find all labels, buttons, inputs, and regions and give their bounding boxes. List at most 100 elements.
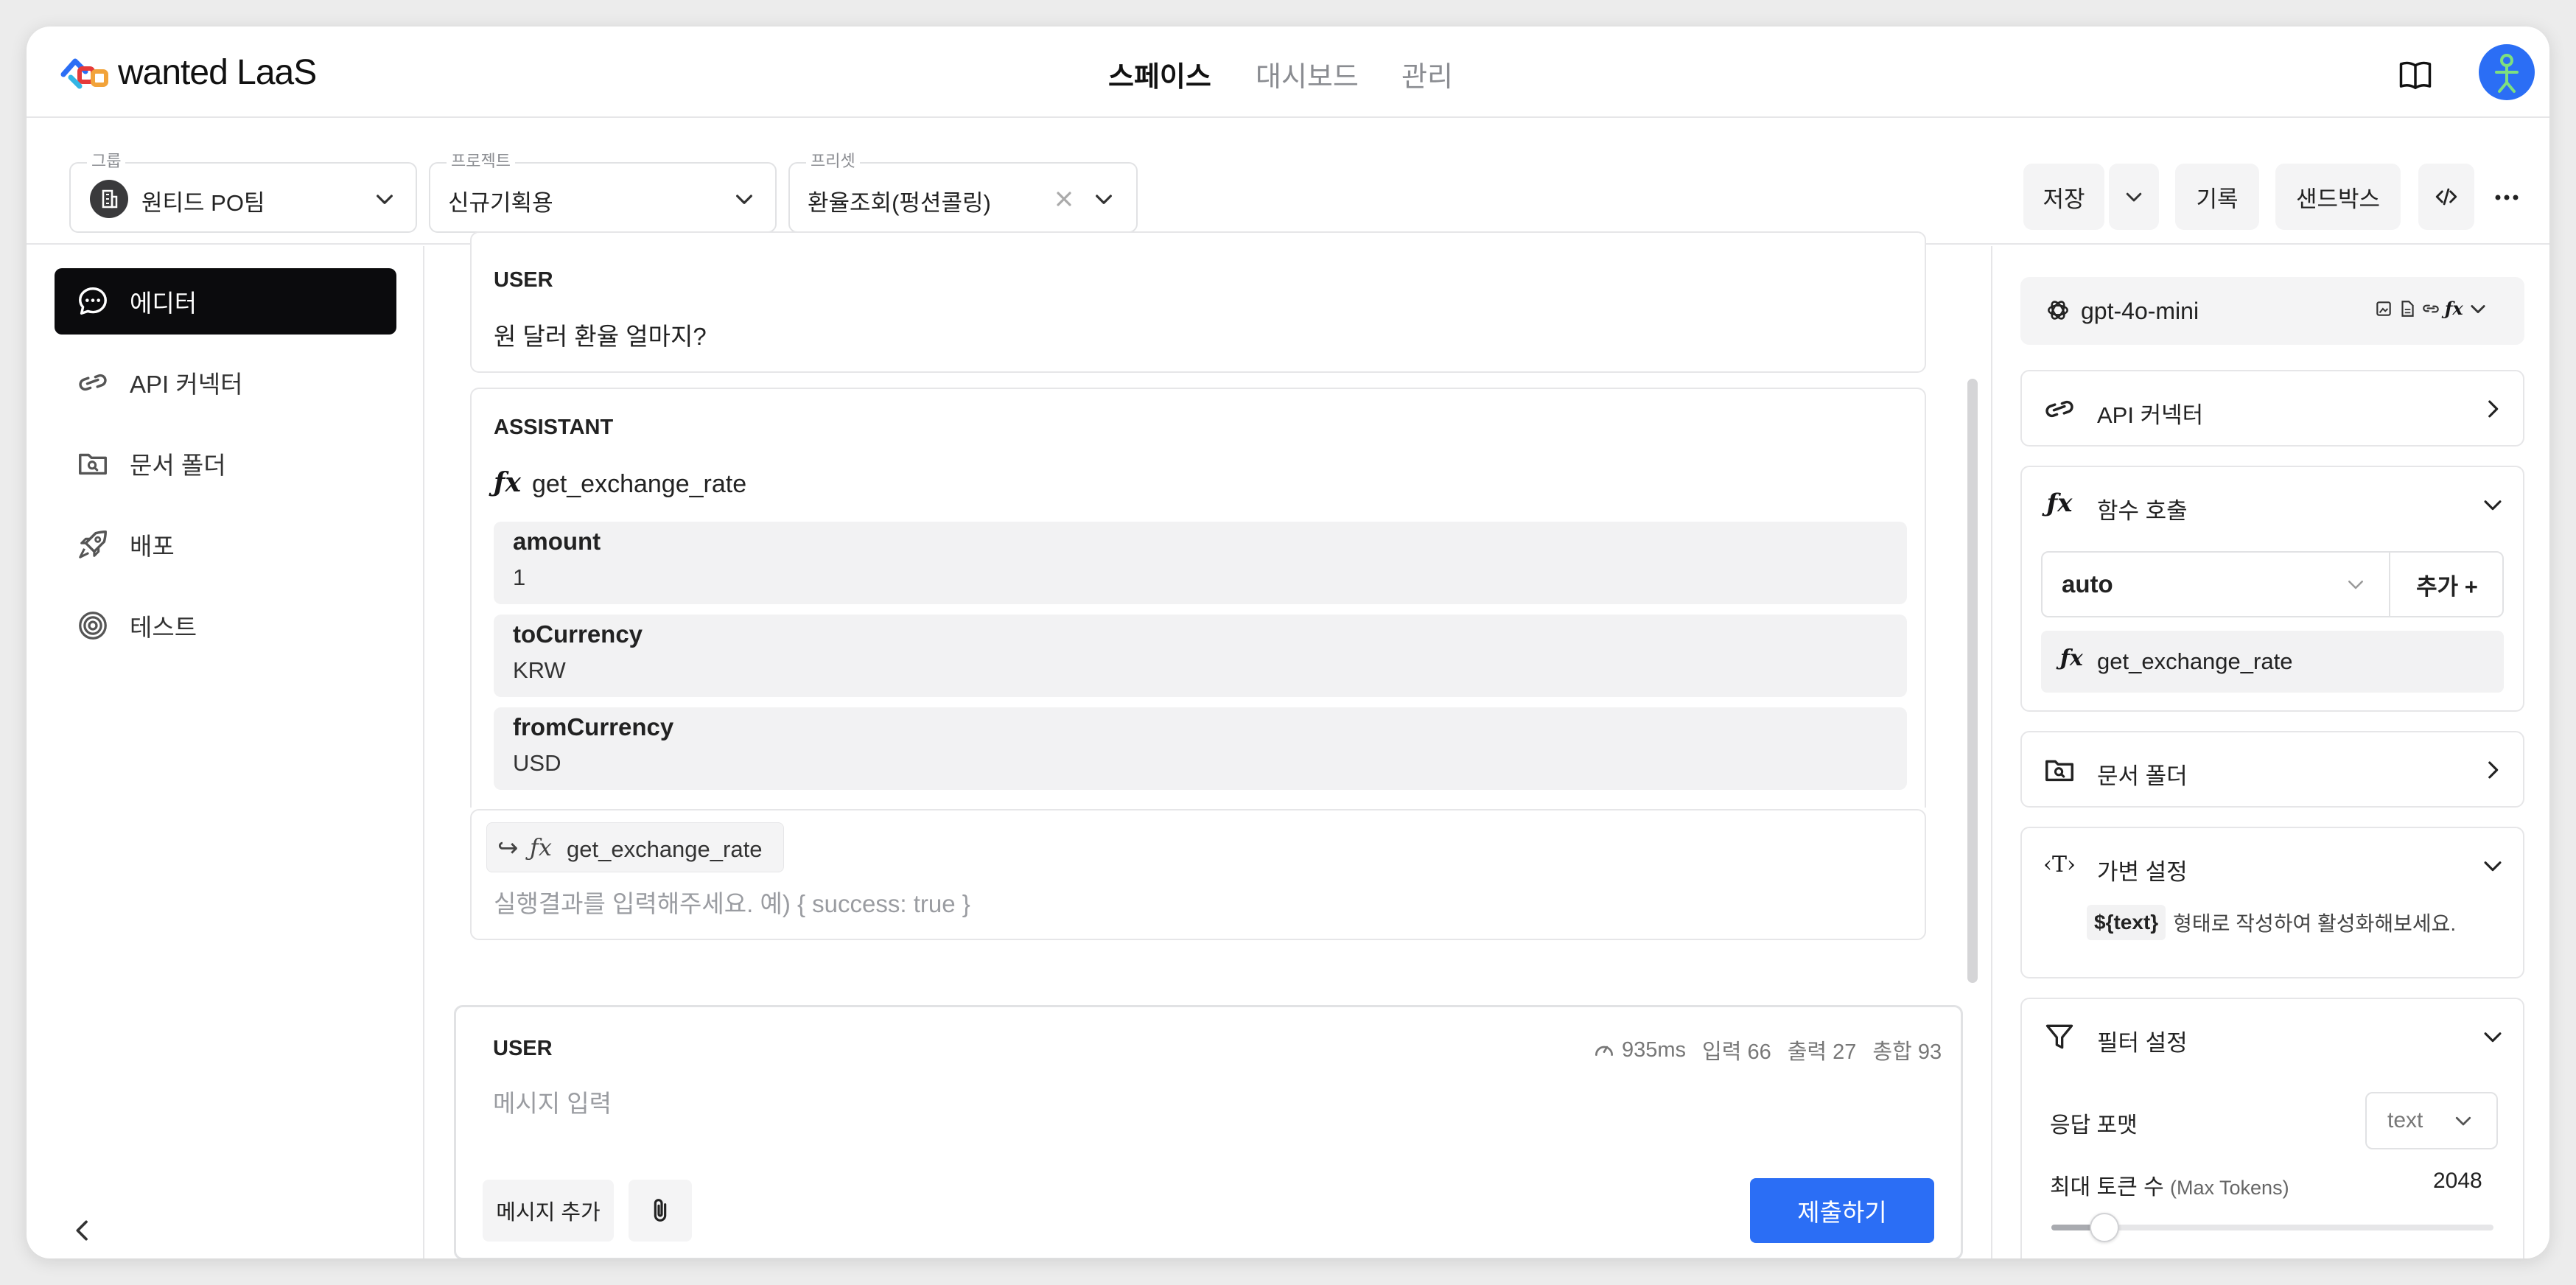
max-tokens-slider[interactable] <box>2051 1213 2493 1242</box>
model-name: gpt-4o-mini <box>2081 298 2199 324</box>
chevron-down-icon <box>2471 304 2485 313</box>
function-icon: ƒx <box>2046 489 2073 518</box>
link-icon <box>2043 392 2076 426</box>
history-button[interactable]: 기록 <box>2175 164 2259 230</box>
sidebar-item-label: 문서 폴더 <box>130 452 226 479</box>
document-icon <box>2401 300 2414 317</box>
add-function-button[interactable]: 추가 + <box>2390 553 2504 616</box>
chat-bubble-icon <box>75 284 111 319</box>
more-icon[interactable] <box>2489 180 2524 215</box>
target-icon <box>75 608 111 643</box>
preset-select-value: 환율조회(펑션콜링) <box>808 190 991 216</box>
tool-result-input[interactable]: 실행결과를 입력해주세요. 예) { success: true } <box>494 884 970 920</box>
sidebar-item-label: API 커넥터 <box>130 371 243 398</box>
top-header: wanted LaaS 스페이스 대시보드 관리 <box>27 27 2549 118</box>
function-mode-select[interactable]: auto <box>2043 553 2390 616</box>
tool-result-function: get_exchange_rate <box>567 836 763 862</box>
save-options-button[interactable] <box>2109 164 2159 230</box>
variables-hint-text: 형태로 작성하여 활성화해보세요. <box>2173 912 2457 935</box>
param-value: USD <box>513 750 561 776</box>
message-text[interactable]: 원 달러 환율 얼마지? <box>494 317 707 352</box>
function-item[interactable]: ƒx get_exchange_rate <box>2041 631 2504 693</box>
assistant-message-card[interactable]: ASSISTANT ƒx get_exchange_rate amount 1 … <box>470 388 1926 808</box>
nav-admin[interactable]: 관리 <box>1401 56 1453 93</box>
param-name: amount <box>513 528 601 555</box>
tool-result-card[interactable]: ↪ ƒx get_exchange_rate 실행결과를 입력해주세요. 예) … <box>470 809 1926 940</box>
nav-dashboard[interactable]: 대시보드 <box>1256 56 1359 93</box>
project-select-label: 프로젝트 <box>447 152 515 171</box>
chevron-down-icon <box>2348 581 2363 589</box>
sidebar-item-deploy[interactable]: 배포 <box>55 511 396 578</box>
chevron-down-icon <box>2126 192 2142 202</box>
chevron-right-icon <box>2488 400 2499 418</box>
function-call-controls: auto 추가 + <box>2041 551 2504 617</box>
group-select[interactable]: 그룹 원티드 PO팀 <box>69 152 417 233</box>
sidebar-item-api-connector[interactable]: API 커넥터 <box>55 349 396 416</box>
section-title: 함수 호출 <box>2097 498 2188 524</box>
preset-select[interactable]: 프리셋 환율조회(펑션콜링) <box>788 152 1138 233</box>
scrollbar[interactable] <box>1967 379 1978 983</box>
sidebar-item-doc-folder[interactable]: 문서 폴더 <box>55 430 396 497</box>
variables-section: ‹T› 가변 설정 ${text} 형태로 작성하여 활성화해보세요. <box>2020 827 2524 978</box>
clear-icon[interactable] <box>1052 187 1076 211</box>
variables-hint: ${text} 형태로 작성하여 활성화해보세요. <box>2087 902 2456 943</box>
chevron-down-icon[interactable] <box>2480 1024 2505 1049</box>
sidebar-item-label: 에디터 <box>130 290 197 317</box>
project-select-value: 신규기획용 <box>448 190 553 216</box>
sandbox-button[interactable]: 샌드박스 <box>2275 164 2401 230</box>
sidebar-item-test[interactable]: 테스트 <box>55 592 396 659</box>
link-icon <box>75 365 111 400</box>
param-row[interactable]: amount 1 <box>494 522 1907 604</box>
format-label: 응답 포맷 <box>2050 1113 2138 1138</box>
composer[interactable]: USER 935ms 입력 66 출력 27 총합 93 메시지 입력 메시지 … <box>454 1005 1963 1258</box>
format-select[interactable]: text <box>2365 1092 2498 1149</box>
api-connector-section[interactable]: API 커넥터 <box>2020 370 2524 447</box>
param-name: fromCurrency <box>513 713 674 740</box>
section-title: 가변 설정 <box>2097 859 2188 885</box>
save-button[interactable]: 저장 <box>2023 164 2104 230</box>
project-select[interactable]: 프로젝트 신규기획용 <box>429 152 777 233</box>
format-value: text <box>2387 1108 2423 1132</box>
book-icon[interactable] <box>2396 56 2435 94</box>
function-item-name: get_exchange_rate <box>2097 648 2293 674</box>
message-input[interactable]: 메시지 입력 <box>493 1084 612 1119</box>
chevron-down-icon <box>736 195 752 204</box>
attach-button[interactable] <box>629 1180 692 1242</box>
param-row[interactable]: toCurrency KRW <box>494 615 1907 697</box>
doc-folder-section[interactable]: 문서 폴더 <box>2020 731 2524 808</box>
sidebar-item-label: 배포 <box>130 533 175 560</box>
chevron-down-icon[interactable] <box>2480 492 2505 517</box>
usage-stats: 935ms 입력 66 출력 27 총합 93 <box>1592 1035 1942 1065</box>
chevron-down-icon[interactable] <box>2480 853 2505 878</box>
editor-panel: USER 원 달러 환율 얼마지? ASSISTANT ƒx get_excha… <box>426 231 1989 1258</box>
code-button[interactable] <box>2418 164 2474 230</box>
logo-text: wanted LaaS <box>118 52 317 92</box>
chevron-down-icon <box>2455 1116 2471 1126</box>
text-variable-icon: ‹T› <box>2043 851 2076 878</box>
paperclip-icon <box>654 1199 667 1222</box>
user-message-card[interactable]: USER 원 달러 환율 얼마지? <box>470 231 1926 373</box>
model-capabilities: ƒx <box>2374 298 2488 319</box>
function-icon: ƒx <box>2060 645 2083 671</box>
section-title: 필터 설정 <box>2097 1030 2188 1056</box>
slider-thumb[interactable] <box>2090 1213 2119 1242</box>
collapse-sidebar-icon[interactable] <box>68 1216 97 1245</box>
model-select[interactable]: gpt-4o-mini ƒx <box>2020 277 2524 345</box>
sidebar-item-editor[interactable]: 에디터 <box>55 268 396 335</box>
code-icon <box>2435 188 2457 206</box>
nav-space[interactable]: 스페이스 <box>1108 56 1211 93</box>
sidebar: 에디터 API 커넥터 문서 폴더 배포 테스트 <box>27 246 424 1258</box>
submit-button[interactable]: 제출하기 <box>1750 1178 1934 1243</box>
sidebar-item-label: 테스트 <box>130 614 197 641</box>
filter-icon <box>2043 1020 2076 1054</box>
param-row[interactable]: fromCurrency USD <box>494 707 1907 790</box>
logo[interactable]: wanted LaaS <box>60 52 317 93</box>
folder-search-icon <box>75 446 111 481</box>
chevron-down-icon <box>1096 195 1112 204</box>
add-message-button[interactable]: 메시지 추가 <box>483 1180 614 1242</box>
avatar[interactable] <box>2479 44 2535 100</box>
variable-tag: ${text} <box>2087 905 2166 940</box>
function-name: get_exchange_rate <box>532 470 747 498</box>
link-icon <box>2423 304 2439 312</box>
group-select-label: 그룹 <box>87 152 126 171</box>
